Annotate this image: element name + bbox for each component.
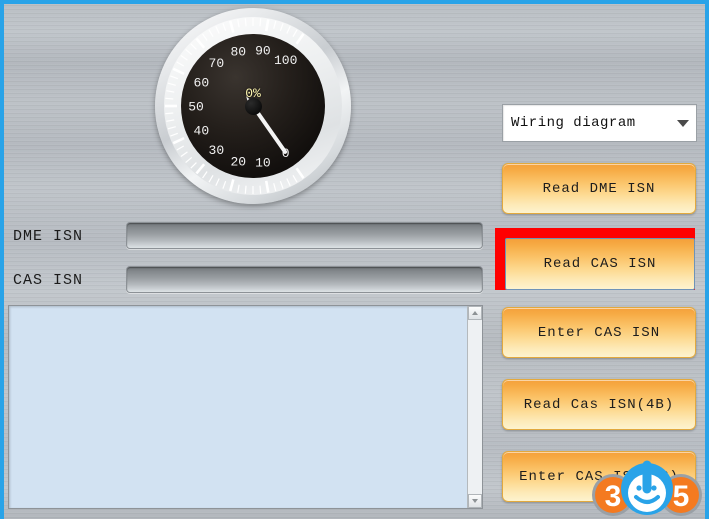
dme-isn-input[interactable] — [126, 222, 483, 249]
cas-isn-label: CAS ISN — [13, 272, 84, 289]
read-dme-isn-button[interactable]: Read DME ISN — [502, 163, 696, 214]
progress-gauge: 0102030405060708090100 0% — [155, 8, 351, 204]
chevron-up-icon — [472, 311, 478, 315]
read-cas-isn-button[interactable]: Read CAS ISN — [505, 238, 695, 290]
chevron-down-icon — [472, 499, 478, 503]
chevron-down-icon — [677, 119, 689, 127]
enter-cas-isn-4b-button[interactable]: Enter CAS ISN(4B) — [502, 451, 696, 502]
dme-isn-label: DME ISN — [13, 228, 84, 245]
dropdown-selected-value: Wiring diagram — [511, 115, 636, 131]
scroll-down-button[interactable] — [468, 494, 482, 508]
window-border-top — [0, 0, 709, 4]
read-cas-isn-highlight-box: Read CAS ISN — [495, 228, 695, 290]
window-border-right — [705, 0, 709, 519]
application-window: 0102030405060708090100 0% DME ISN CAS IS… — [0, 0, 709, 519]
scroll-up-button[interactable] — [468, 306, 482, 320]
log-output-textarea[interactable] — [8, 305, 483, 509]
gauge-hub — [244, 97, 262, 115]
window-border-left — [0, 0, 4, 519]
dropdown-arrow-button[interactable] — [670, 105, 696, 141]
log-scrollbar[interactable] — [467, 306, 482, 508]
wiring-diagram-dropdown[interactable]: Wiring diagram — [502, 104, 697, 142]
cas-isn-input[interactable] — [126, 266, 483, 293]
read-cas-isn-4b-button[interactable]: Read Cas ISN(4B) — [502, 379, 696, 430]
gauge-face: 0102030405060708090100 0% — [181, 34, 325, 178]
enter-cas-isn-button[interactable]: Enter CAS ISN — [502, 307, 696, 358]
